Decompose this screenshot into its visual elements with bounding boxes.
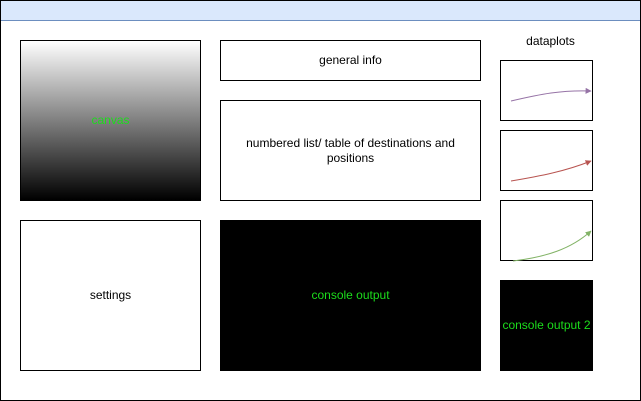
dataplot-3 xyxy=(500,200,593,262)
plot-3-curve xyxy=(512,230,592,262)
settings-label: settings xyxy=(89,288,132,303)
plot-2-graphic xyxy=(510,160,592,182)
plot-1-curve xyxy=(510,87,592,102)
console-output-label: console output xyxy=(311,288,390,303)
destinations-list-panel[interactable]: numbered list/ table of destinations and… xyxy=(220,100,481,201)
destinations-list-label: numbered list/ table of destinations and… xyxy=(246,136,455,165)
dataplot-1 xyxy=(500,60,593,121)
general-info-label: general info xyxy=(319,53,382,68)
canvas-panel[interactable]: canvas xyxy=(20,40,201,201)
console-output-panel: console output xyxy=(220,220,481,371)
dataplot-2 xyxy=(500,130,593,191)
plot-2-curve xyxy=(510,160,592,182)
general-info-panel: general info xyxy=(220,40,481,81)
console-output-2-panel: console output 2 xyxy=(500,280,593,371)
settings-panel[interactable]: settings xyxy=(20,220,201,371)
dataplots-title: dataplots xyxy=(526,34,575,48)
console-output-2-label: console output 2 xyxy=(502,318,591,333)
canvas-label: canvas xyxy=(91,113,130,128)
title-bar xyxy=(1,1,640,21)
plot-1-graphic xyxy=(510,87,592,102)
plot-3-graphic xyxy=(512,230,592,262)
